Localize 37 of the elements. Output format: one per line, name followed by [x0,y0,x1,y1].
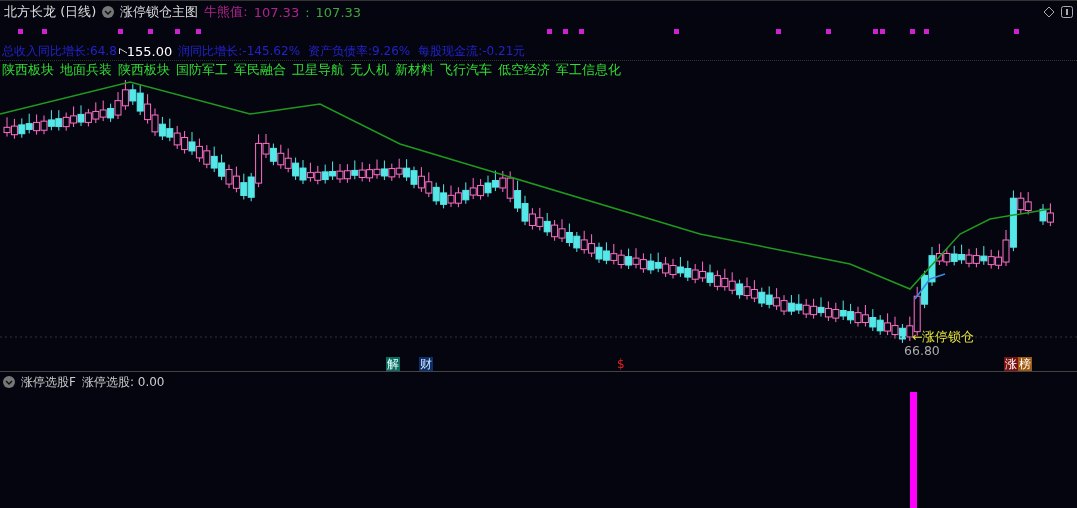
sector-tag[interactable]: 陕西板块 [118,61,170,79]
sector-tag[interactable]: 卫星导航 [292,61,344,79]
sector-tag[interactable]: 飞行汽车 [440,61,492,79]
sector-tag[interactable]: 国防军工 [176,61,228,79]
fundamental-text: 总收入同比增长:64.8 [2,42,117,60]
event-marker[interactable]: 榜 [1018,357,1032,371]
fundamental-text: 每股现金流:-0.21元 [418,42,526,60]
value-label: 牛熊值: [204,3,248,21]
value-separator: : [305,4,310,20]
stock-title: 北方长龙 (日线) [4,3,97,21]
panel-icon[interactable] [1061,6,1073,18]
indicator-title: 涨停锁仓主图 [120,3,199,21]
fundamental-text: 资产负债率:9.26% [308,42,411,60]
low-price-label: 66.80 [904,343,940,358]
signal-label: ←涨停锁仓 [912,329,975,346]
diamond-icon[interactable] [1043,6,1055,18]
sector-tag[interactable]: 军民融合 [234,61,286,79]
sector-tag[interactable]: 无人机 [350,61,389,79]
chevron-down-icon[interactable] [102,6,115,18]
chevron-down-icon[interactable] [3,376,15,388]
sector-tag[interactable]: 低空经济 [498,61,550,79]
high-price-label: 155.00 [126,43,173,59]
value-reading: 107.33 [315,4,362,20]
event-marker[interactable]: 涨 [1004,357,1018,371]
sector-tag[interactable]: 军工信息化 [556,61,621,79]
sector-tag[interactable]: 新材料 [395,61,434,79]
value-reading: 107.33 [253,4,300,20]
sector-tag[interactable]: 陕西板块 [2,61,54,79]
event-marker[interactable]: 财 [419,357,433,371]
sub-panel-reading: 涨停选股: 0.00 [81,373,165,391]
event-marker[interactable]: $ [616,357,626,371]
short-average-line [914,273,946,300]
fundamental-text: 润同比增长:-145.62% [178,42,301,60]
sub-panel-title: 涨停选股F [21,373,76,391]
sector-tag[interactable]: 地面兵装 [60,61,112,79]
event-marker[interactable]: 解 [386,357,400,371]
pointer-icon [118,48,127,54]
